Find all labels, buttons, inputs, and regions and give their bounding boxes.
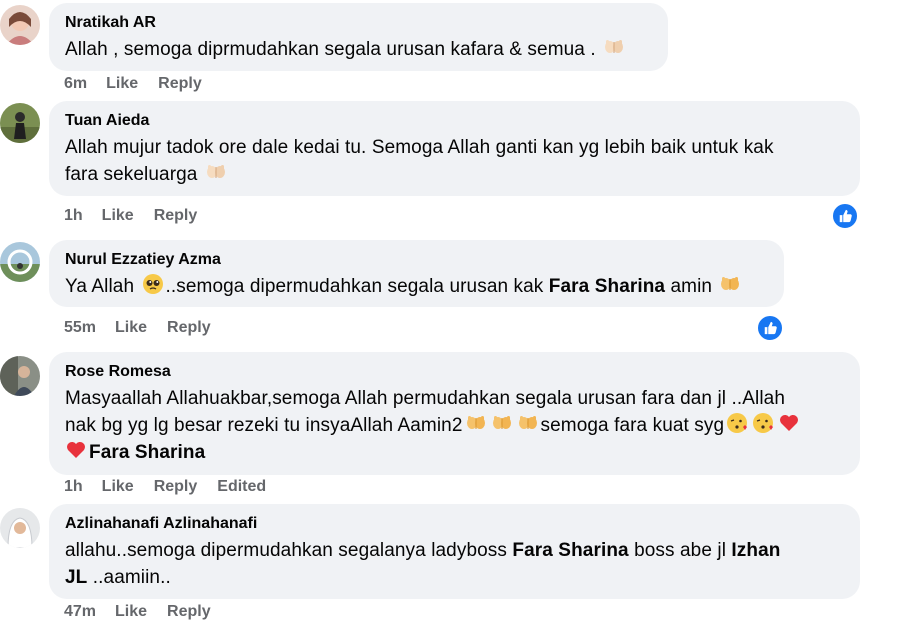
like-button[interactable]: Like bbox=[102, 478, 134, 496]
comment-time[interactable]: 6m bbox=[64, 75, 87, 93]
reply-button[interactable]: Reply bbox=[167, 319, 211, 337]
kiss-face-icon bbox=[727, 413, 748, 433]
red-heart-icon bbox=[780, 415, 799, 431]
comment-bubble: Nratikah AR Allah , semoga diprmudahkan … bbox=[49, 3, 668, 71]
praying-hands-icon bbox=[518, 415, 537, 430]
mention-link[interactable]: JL bbox=[65, 567, 87, 588]
praying-hands-icon bbox=[466, 415, 485, 430]
comment-author[interactable]: Azlinahanafi Azlinahanafi bbox=[65, 514, 844, 534]
comment-actions: 1h Like Reply Edited bbox=[64, 478, 286, 496]
praying-hands-icon bbox=[492, 415, 511, 430]
mention-link[interactable]: Fara Sharina bbox=[512, 540, 628, 561]
comment-actions: 1h Like Reply bbox=[64, 207, 217, 225]
comment-author[interactable]: Nurul Ezzatiey Azma bbox=[65, 250, 768, 270]
avatar[interactable] bbox=[0, 356, 40, 396]
comment-text: Allah mujur tadok ore dale kedai tu. Sem… bbox=[65, 137, 774, 185]
comment-actions: 55m Like Reply bbox=[64, 319, 231, 337]
praying-hands-icon bbox=[720, 276, 740, 291]
comment-time[interactable]: 47m bbox=[64, 603, 96, 621]
comment-actions: 47m Like Reply bbox=[64, 603, 231, 621]
reply-button[interactable]: Reply bbox=[154, 207, 198, 225]
comment-bubble: Rose Romesa Masyaallah Allahuakbar,semog… bbox=[49, 352, 860, 475]
kiss-face-icon bbox=[753, 413, 774, 433]
reply-button[interactable]: Reply bbox=[158, 75, 202, 93]
comment-actions: 6m Like Reply bbox=[64, 75, 222, 93]
comment-author[interactable]: Tuan Aieda bbox=[65, 111, 844, 131]
mention-link[interactable]: Izhan bbox=[731, 540, 780, 561]
comment-text: Masyaallah Allahuakbar,semoga Allah perm… bbox=[65, 385, 844, 466]
like-button[interactable]: Like bbox=[102, 207, 134, 225]
comment-text: allahu..semoga dipermudahkan segalanya l… bbox=[65, 540, 781, 588]
avatar[interactable] bbox=[0, 242, 40, 282]
praying-hands-icon bbox=[604, 39, 624, 54]
like-button[interactable]: Like bbox=[115, 603, 147, 621]
pleading-face-icon bbox=[142, 274, 163, 294]
comment-bubble: Tuan Aieda Allah mujur tadok ore dale ke… bbox=[49, 101, 860, 196]
mention-link[interactable]: Fara Sharina bbox=[89, 442, 205, 463]
comment-author[interactable]: Nratikah AR bbox=[65, 13, 652, 33]
avatar[interactable] bbox=[0, 5, 40, 45]
comment-author[interactable]: Rose Romesa bbox=[65, 362, 844, 382]
edited-label[interactable]: Edited bbox=[217, 478, 266, 496]
comment-bubble: Azlinahanafi Azlinahanafi allahu..semoga… bbox=[49, 504, 860, 599]
comment-time[interactable]: 1h bbox=[64, 207, 83, 225]
like-thumb-icon bbox=[839, 209, 852, 223]
avatar[interactable] bbox=[0, 103, 40, 143]
red-heart-icon bbox=[67, 442, 85, 458]
like-reaction-badge[interactable] bbox=[831, 202, 859, 230]
praying-hands-icon bbox=[206, 164, 226, 179]
comment-time[interactable]: 55m bbox=[64, 319, 96, 337]
comment-text: Allah , semoga diprmudahkan segala urusa… bbox=[65, 36, 652, 63]
like-button[interactable]: Like bbox=[115, 319, 147, 337]
mention-link[interactable]: Fara Sharina bbox=[549, 276, 665, 297]
reply-button[interactable]: Reply bbox=[167, 603, 211, 621]
comment-text: Ya Allah ..semoga dipermudahkan segala u… bbox=[65, 273, 768, 300]
comment-time[interactable]: 1h bbox=[64, 478, 83, 496]
like-thumb-icon bbox=[764, 321, 777, 335]
like-button[interactable]: Like bbox=[106, 75, 138, 93]
comment-bubble: Nurul Ezzatiey Azma Ya Allah ..semoga di… bbox=[49, 240, 784, 307]
like-reaction-badge[interactable] bbox=[756, 314, 784, 342]
reply-button[interactable]: Reply bbox=[154, 478, 198, 496]
avatar[interactable] bbox=[0, 508, 40, 548]
